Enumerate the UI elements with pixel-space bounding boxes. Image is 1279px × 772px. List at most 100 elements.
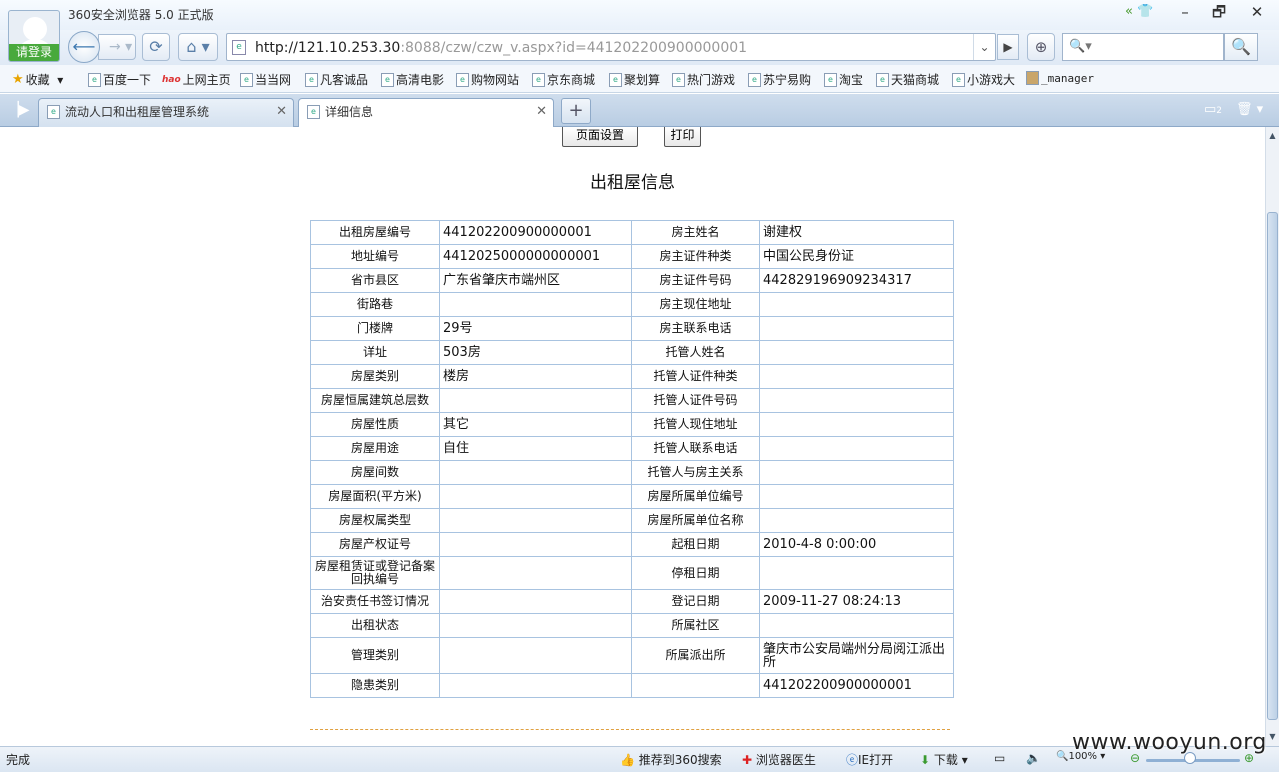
- field-value: [439, 292, 632, 317]
- minimize-button[interactable]: –: [1168, 0, 1202, 26]
- bookmark-item[interactable]: _manager: [1026, 71, 1094, 85]
- page-icon: e: [88, 72, 101, 87]
- search-button[interactable]: 🔍: [1224, 33, 1258, 61]
- image-icon: [1026, 71, 1039, 85]
- bookmark-item[interactable]: e 百度一下: [88, 71, 151, 88]
- address-bar[interactable]: e http://121.10.253.30:8088/czw/czw_v.as…: [226, 33, 996, 61]
- page-icon: e: [232, 40, 246, 55]
- security-shield-icon[interactable]: ⊕: [1027, 33, 1055, 61]
- scroll-down-icon[interactable]: ▼: [1266, 730, 1279, 744]
- vertical-scrollbar[interactable]: ▲ ▼: [1265, 127, 1279, 746]
- skin-icon[interactable]: « 👕: [1125, 4, 1153, 19]
- page-icon: e: [381, 72, 394, 87]
- scroll-thumb[interactable]: [1267, 212, 1278, 720]
- field-value: 442829196909234317: [759, 268, 954, 293]
- table-row: 房屋恒属建筑总层数 托管人证件号码: [310, 388, 954, 413]
- print-button[interactable]: 打印: [664, 127, 701, 147]
- bookmarks-bar: ★ 收藏 ▾ e 百度一下 hao 上网主页 e 当当网 e 凡客诚品 e 高清电影 e 购物…: [0, 65, 1279, 93]
- tab-label: 详细信息: [325, 105, 374, 119]
- bookmark-item[interactable]: e 购物网站: [456, 71, 519, 88]
- table-row: 房屋租赁证或登记备案回执编号 停租日期: [310, 556, 954, 590]
- table-row: 地址编号 4412025000000000001 房主证件种类 中国公民身份证: [310, 244, 954, 269]
- home-button[interactable]: ⌂ ▾: [178, 33, 218, 61]
- trash-icon[interactable]: 🗑 ▾: [1236, 102, 1263, 117]
- field-label: 登记日期: [631, 589, 760, 614]
- star-icon: ★: [12, 72, 24, 87]
- new-tab-button[interactable]: +: [561, 98, 591, 124]
- field-value: 2009-11-27 08:24:13: [759, 589, 954, 614]
- field-label: 所属派出所: [631, 637, 760, 674]
- address-dropdown-icon[interactable]: ⌄: [973, 34, 995, 60]
- tab-details[interactable]: e 详细信息 ✕: [298, 98, 554, 128]
- browser-doctor-button[interactable]: ✚ 浏览器医生: [742, 751, 816, 768]
- field-value: [439, 613, 632, 638]
- field-value: 谢建权: [759, 220, 954, 245]
- field-value: [759, 292, 954, 317]
- bookmark-item[interactable]: e 淘宝: [824, 71, 863, 88]
- field-value: [439, 388, 632, 413]
- bookmark-item[interactable]: e 聚划算: [609, 71, 660, 88]
- user-avatar[interactable]: 请登录: [8, 10, 60, 62]
- close-button[interactable]: ✕: [1240, 0, 1274, 26]
- status-text: 完成: [6, 753, 31, 767]
- page-setup-button[interactable]: 页面设置: [562, 127, 638, 147]
- bookmark-item[interactable]: e 凡客诚品: [305, 71, 368, 88]
- field-value: 其它: [439, 412, 632, 437]
- field-value: 广东省肇庆市端州区: [439, 268, 632, 293]
- field-label: 房主姓名: [631, 220, 760, 245]
- field-value: [759, 364, 954, 389]
- page-content: 页面设置 打印 出租屋信息 出租房屋编号 441202200900000001 房主…: [0, 127, 1265, 746]
- bookmark-item[interactable]: e 热门游戏: [672, 71, 735, 88]
- ie-open-button[interactable]: ⓔIE打开: [846, 751, 893, 768]
- back-button[interactable]: ⟵: [68, 31, 100, 63]
- bookmark-item[interactable]: e 京东商城: [532, 71, 595, 88]
- field-value: [439, 556, 632, 590]
- tab-bar: ▕▶ e 流动人口和出租屋管理系统 ✕ e 详细信息 ✕ + ▭2 🗑 ▾: [0, 94, 1279, 128]
- bookmark-item[interactable]: e 苏宁易购: [748, 71, 811, 88]
- close-icon[interactable]: ✕: [536, 99, 547, 125]
- table-row: 房屋间数 托管人与房主关系: [310, 460, 954, 485]
- bookmark-item[interactable]: hao 上网主页: [162, 71, 231, 88]
- table-row: 详址 503房 托管人姓名: [310, 340, 954, 365]
- forward-button[interactable]: → ▾: [98, 34, 136, 60]
- login-button[interactable]: 请登录: [9, 44, 59, 61]
- medkit-icon: ✚: [742, 753, 753, 767]
- field-label: 地址编号: [310, 244, 440, 269]
- download-button[interactable]: ⬇ 下载 ▾: [920, 751, 968, 768]
- bookmark-item[interactable]: e 天猫商城: [876, 71, 939, 88]
- bookmark-item[interactable]: e 小游戏大: [952, 71, 1015, 88]
- field-label: 房屋间数: [310, 460, 440, 485]
- recommend-360-button[interactable]: 👍 推荐到360搜索: [620, 751, 722, 768]
- field-value: [759, 556, 954, 590]
- go-button[interactable]: ▶: [997, 34, 1019, 60]
- field-label: 停租日期: [631, 556, 760, 590]
- field-value: [439, 637, 632, 674]
- field-label: 出租状态: [310, 613, 440, 638]
- field-value: [439, 460, 632, 485]
- table-row: 省市县区 广东省肇庆市端州区 房主证件号码 442829196909234317: [310, 268, 954, 293]
- tab-management-system[interactable]: e 流动人口和出租屋管理系统 ✕: [38, 98, 294, 127]
- field-value: [439, 673, 632, 698]
- field-value: [439, 484, 632, 509]
- field-label: 房屋类别: [310, 364, 440, 389]
- bookmark-favorites[interactable]: ★ 收藏 ▾: [12, 71, 63, 88]
- field-label: 托管人证件号码: [631, 388, 760, 413]
- bookmark-item[interactable]: e 当当网: [240, 71, 291, 88]
- field-label: 房主联系电话: [631, 316, 760, 341]
- table-row: 出租状态 所属社区: [310, 613, 954, 638]
- refresh-button[interactable]: ⟳: [142, 33, 170, 61]
- search-input[interactable]: 🔍▾: [1062, 33, 1224, 61]
- screen-icon[interactable]: ▭: [994, 751, 1005, 765]
- field-label: 房屋性质: [310, 412, 440, 437]
- restore-tabs-icon[interactable]: ▭2: [1204, 102, 1222, 117]
- field-value: [439, 589, 632, 614]
- sidebar-toggle-icon[interactable]: ▕▶: [8, 102, 30, 118]
- volume-icon[interactable]: 🔈: [1026, 751, 1041, 765]
- restore-button[interactable]: 🗗: [1202, 0, 1236, 26]
- field-value: 中国公民身份证: [759, 244, 954, 269]
- close-icon[interactable]: ✕: [276, 99, 287, 125]
- scroll-up-icon[interactable]: ▲: [1266, 129, 1279, 143]
- field-label: [631, 673, 760, 698]
- bookmark-item[interactable]: e 高清电影: [381, 71, 444, 88]
- url-text[interactable]: http://121.10.253.30:8088/czw/czw_v.aspx…: [255, 40, 747, 56]
